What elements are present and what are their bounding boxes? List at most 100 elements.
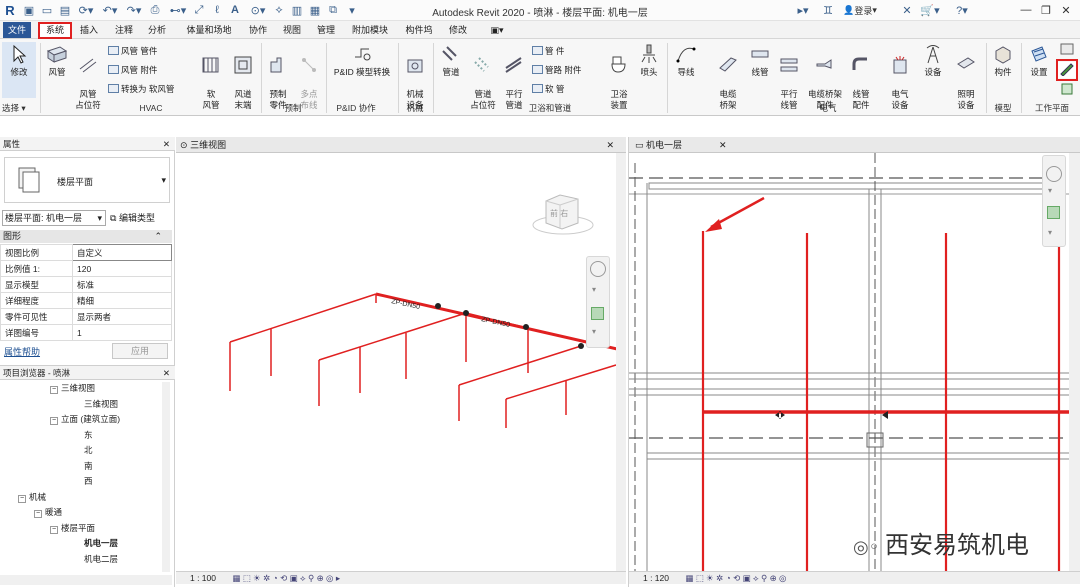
cable-tray-button[interactable]: 电缆 桥架 — [712, 42, 744, 110]
flex-duct-button[interactable]: 软 风管 — [196, 42, 226, 110]
close-properties-icon[interactable]: ✕ — [163, 137, 170, 151]
chevron-down-icon[interactable]: ▾ — [592, 327, 596, 336]
view-controls-icons[interactable]: ▦ ⬚ ☀ ✲ ◔ ⟲ ▣ ⟡ ⚲ ⊕ ◎ ▸ — [232, 573, 340, 583]
help-icon[interactable]: ?▾ — [950, 2, 974, 18]
tab-collaborate[interactable]: 协作 — [246, 23, 270, 38]
browser-item[interactable]: 北 — [84, 443, 93, 457]
tab-addins[interactable]: 附加模块 — [350, 23, 390, 38]
electrical-equipment-button[interactable]: 电气 设备 — [884, 42, 916, 110]
tab-systems[interactable]: 系统 — [38, 22, 72, 39]
close-plan-view-icon[interactable]: ✕ — [719, 137, 727, 153]
browser-scrollbar[interactable] — [162, 382, 170, 572]
property-value[interactable]: 1 — [72, 324, 172, 341]
air-terminal-button[interactable]: 风道 末端 — [228, 42, 258, 110]
property-value[interactable]: 精细 — [72, 292, 172, 309]
browser-item[interactable]: − 机械 — [18, 490, 46, 504]
close-browser-icon[interactable]: ✕ — [163, 366, 170, 380]
restore-button[interactable]: ❐ — [1038, 2, 1054, 18]
tab-annotate[interactable]: 注释 — [112, 23, 136, 38]
browser-item[interactable]: 机电二层 — [84, 552, 118, 566]
flex-pipe-button[interactable]: 软 管 — [532, 82, 564, 96]
properties-help-link[interactable]: 属性帮助 — [4, 345, 40, 359]
view-3d-scale[interactable]: 1 : 100 — [190, 573, 216, 583]
tab-modify[interactable]: 修改 — [446, 23, 470, 38]
duct-placeholder-button[interactable]: 风管 占位符 — [72, 42, 104, 110]
browser-item[interactable]: − 立面 (建筑立面) — [50, 412, 120, 426]
binoculars-icon[interactable]: ♊ — [818, 2, 838, 18]
close-window-button[interactable]: ✕ — [1058, 2, 1074, 18]
browser-item[interactable]: 机电一层 — [84, 536, 118, 550]
mechanical-equipment-button[interactable]: 机械 设备 — [400, 42, 430, 110]
conduit-button[interactable]: 线管 — [746, 42, 774, 102]
set-workplane-button[interactable]: 设置 — [1024, 42, 1054, 102]
collapse-toggle-icon[interactable]: − — [18, 494, 26, 503]
graphics-section-header[interactable]: 图形 ⌃ — [0, 230, 172, 243]
chevron-down-icon[interactable]: ▾ — [1048, 186, 1052, 195]
collapse-toggle-icon[interactable]: − — [50, 525, 58, 534]
convert-flex-duct-button[interactable]: 转换为 软风管 — [108, 82, 174, 96]
tab-insert[interactable]: 插入 — [77, 23, 101, 38]
plumbing-fixture-button[interactable]: 卫浴 装置 — [604, 42, 634, 110]
browser-item[interactable]: − 暖通 — [34, 505, 62, 519]
pipe-button[interactable]: 管道 — [436, 42, 466, 102]
pid-modeling-button[interactable]: P&ID 模型转换 — [328, 42, 396, 102]
parallel-conduits-button[interactable]: 平行 线管 — [775, 42, 803, 110]
sprinkler-button[interactable]: 喷头 — [636, 42, 662, 102]
fabrication-parts-button[interactable]: 预制 零件 — [263, 42, 293, 110]
property-value[interactable]: 自定义 — [72, 244, 172, 261]
duct-button[interactable]: 风管 — [42, 42, 72, 102]
collapse-toggle-icon[interactable]: − — [34, 510, 42, 518]
browser-item[interactable]: 西 — [84, 474, 93, 488]
tab-analyze[interactable]: 分析 — [145, 23, 169, 38]
browser-h-scrollbar[interactable] — [0, 575, 172, 585]
pipe-fitting-button[interactable]: 管 件 — [532, 44, 564, 58]
pipe-accessory-button[interactable]: 管路 附件 — [532, 63, 581, 77]
type-selector[interactable]: 楼层平面 ▾ — [4, 157, 170, 203]
browser-item[interactable]: 三维视图 — [84, 397, 118, 411]
browser-item[interactable]: 东 — [84, 428, 93, 442]
view-cube[interactable]: 前 右 — [528, 189, 598, 239]
cable-tray-fitting-button[interactable]: 电缆桥架 配件 — [805, 42, 845, 110]
component-button[interactable]: 构件 — [988, 42, 1018, 102]
parallel-pipes-button[interactable]: 平行 管道 — [499, 42, 529, 110]
duct-accessory-button[interactable]: 风管 附件 — [108, 63, 157, 77]
edit-type-button[interactable]: ⧉ 编辑类型 — [110, 210, 172, 226]
view-instance-selector[interactable]: 楼层平面: 机电一层 ▾ — [2, 210, 106, 226]
exchange-icon[interactable]: ✕ — [900, 2, 914, 18]
browser-item[interactable]: − 三维视图 — [50, 381, 95, 395]
tab-view[interactable]: 视图 — [280, 23, 304, 38]
pipe-placeholder-button[interactable]: 管道 占位符 — [468, 42, 498, 110]
browser-item[interactable]: − 楼层平面 — [50, 521, 95, 535]
view-3d-tab[interactable]: ⊙ 三维视图 ✕ — [176, 137, 626, 153]
chevron-down-icon[interactable]: ▾ — [592, 285, 596, 294]
tab-component-dock[interactable]: 构件坞 — [402, 23, 436, 38]
select-group-label[interactable]: 选择 ▾ — [2, 102, 38, 114]
wire-button[interactable]: 导线 — [670, 42, 702, 102]
zoom-icon[interactable] — [591, 307, 604, 320]
lighting-fixture-button[interactable]: 照明 设备 — [950, 42, 982, 110]
steering-wheel-icon[interactable] — [1046, 166, 1062, 182]
viewer-button[interactable] — [1058, 82, 1076, 98]
tab-massing[interactable]: 体量和场地 — [183, 23, 235, 38]
duct-fitting-button[interactable]: 风管 管件 — [108, 44, 157, 58]
minimize-button[interactable]: — — [1018, 2, 1034, 18]
show-workplane-button[interactable] — [1058, 42, 1076, 58]
apply-button[interactable]: 应用 — [112, 343, 168, 359]
plan-view-controls-icons[interactable]: ▦ ⬚ ☀ ✲ ◔ ⟲ ▣ ⟡ ⚲ ⊕ ◎ — [685, 573, 786, 583]
steering-wheel-icon[interactable] — [590, 261, 606, 277]
collapse-toggle-icon[interactable]: − — [50, 417, 58, 425]
conduit-fitting-button[interactable]: 线管 配件 — [846, 42, 876, 110]
zoom-icon[interactable] — [1047, 206, 1060, 219]
cart-icon[interactable]: 🛒▾ — [920, 2, 940, 18]
branch-pipe[interactable] — [458, 345, 582, 386]
collapse-toggle-icon[interactable]: − — [50, 386, 58, 394]
modify-button[interactable]: 修改 — [2, 42, 36, 98]
close-3d-view-icon[interactable]: ✕ — [606, 137, 614, 153]
devices-button[interactable]: 设备 — [918, 42, 948, 102]
branch-pipe[interactable] — [318, 312, 467, 361]
tab-manage[interactable]: 管理 — [314, 23, 338, 38]
browser-item[interactable]: 南 — [84, 459, 93, 473]
property-value[interactable]: 标准 — [72, 276, 172, 293]
plan-scale[interactable]: 1 : 120 — [643, 573, 669, 583]
search-help-icon[interactable]: ▸▾ — [792, 2, 814, 18]
